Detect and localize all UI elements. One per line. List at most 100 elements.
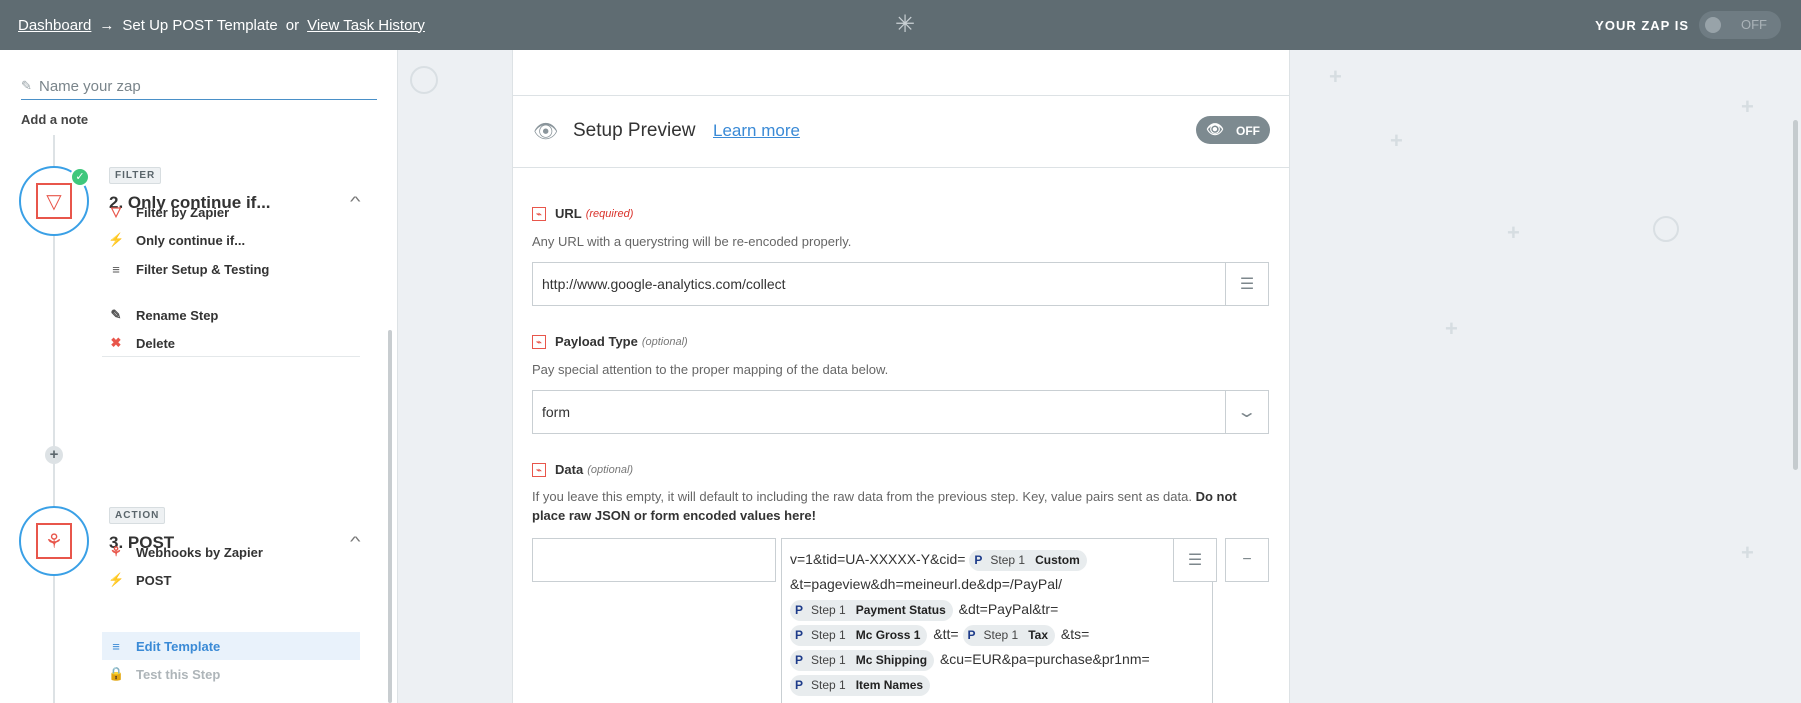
decor-plus: + <box>1329 64 1342 89</box>
field-pill[interactable]: P Step 1 Custom <box>969 549 1087 571</box>
field-type-icon: ⌁ <box>532 462 546 477</box>
chevron-down-icon: ⌄ <box>1236 404 1258 421</box>
sidebar-item-label: Webhooks by Zapier <box>136 544 263 560</box>
breadcrumb-arrow: → <box>99 16 115 34</box>
insert-field-button[interactable]: ☰ <box>1173 538 1217 582</box>
sidebar-item-label: Only continue if... <box>136 232 246 248</box>
step-type-badge: FILTER <box>109 167 162 184</box>
field-pill[interactable]: P Step 1 Mc Shipping <box>790 649 935 671</box>
filter-icon: ▽ <box>111 204 121 219</box>
zap-name-placeholder: Name your zap <box>39 78 141 95</box>
toggle-knob <box>1705 17 1721 33</box>
sidebar-item-filter-setup[interactable]: ≡ Filter Setup & Testing <box>108 255 360 283</box>
payload-dropdown-button[interactable]: ⌄ <box>1225 390 1269 434</box>
delete-step-button[interactable]: ✖ Delete <box>108 329 360 357</box>
payload-help-text: Pay special attention to the proper mapp… <box>532 362 889 377</box>
data-text-segment: &tt= <box>933 626 959 642</box>
dashboard-link[interactable]: Dashboard <box>18 17 91 34</box>
sidebar-item-filter-by-zapier[interactable]: ▽ Filter by Zapier <box>108 198 360 226</box>
sidebar-scrollbar[interactable] <box>388 330 392 703</box>
field-type-icon: ⌁ <box>532 334 546 349</box>
decor-circle <box>1653 216 1679 242</box>
eye-icon: 👁 <box>533 121 559 143</box>
pencil-icon: ✎ <box>21 78 32 93</box>
rename-step-label: Rename Step <box>136 307 219 323</box>
zap-on-off-toggle[interactable]: OFF <box>1699 11 1781 39</box>
eye-icon: 👁 <box>1206 121 1224 137</box>
field-pill[interactable]: P Step 1 Mc Gross 1 <box>790 624 928 646</box>
rename-step-button[interactable]: ✎ Rename Step <box>108 301 360 329</box>
zap-status-label: YOUR ZAP IS <box>1595 17 1689 33</box>
page-scrollbar[interactable] <box>1793 120 1798 470</box>
breadcrumb-or: or <box>285 16 300 34</box>
bolt-icon: ⚡ <box>108 232 125 247</box>
payload-type-label: ⌁ Payload Type (optional) <box>532 334 688 349</box>
field-pill[interactable]: P Step 1 Item Names <box>790 674 931 696</box>
optional-tag: (optional) <box>641 335 688 348</box>
url-field-label: ⌁ URL (required) <box>532 206 633 221</box>
data-text-segment: &ts= <box>1060 626 1090 642</box>
webhook-icon: ⚘ <box>110 544 122 559</box>
pencil-icon: ✎ <box>110 307 122 322</box>
field-pill[interactable]: P Step 1 Tax <box>962 624 1056 646</box>
field-type-icon: ⌁ <box>532 206 546 221</box>
decor-plus: + <box>1507 220 1520 245</box>
sidebar-item-webhooks[interactable]: ⚘ Webhooks by Zapier <box>108 538 360 566</box>
sidebar-item-only-continue[interactable]: ⚡ Only continue if... <box>108 226 360 254</box>
url-input[interactable]: http://www.google-analytics.com/collect <box>532 262 1226 306</box>
remove-data-row-button[interactable]: − <box>1225 538 1269 582</box>
zap-name-input[interactable]: ✎ Name your zap <box>21 78 377 100</box>
data-field-label: ⌁ Data (optional) <box>532 462 633 477</box>
zap-toggle-text: OFF <box>1741 17 1767 32</box>
minus-icon: − <box>1242 551 1252 568</box>
data-text-segment: v=1&tid=UA-XXXXX-Y&cid= <box>790 551 966 567</box>
setup-preview-bar: 👁 Setup Preview Learn more 👁 OFF <box>513 96 1289 168</box>
data-text-segment: &cu=EUR&pa=purchase&pr1nm= <box>939 651 1150 667</box>
payload-type-select[interactable]: form <box>532 390 1226 434</box>
field-pill[interactable]: P Step 1 Payment Status <box>790 599 953 621</box>
step-type-badge: ACTION <box>109 507 166 524</box>
data-label-text: Data <box>555 462 584 477</box>
preview-toggle-text: OFF <box>1236 124 1260 138</box>
paypal-icon: P <box>974 552 983 567</box>
data-text-segment: &t=pageview&dh=meineurl.de&dp=/PayPal/ <box>790 576 1063 592</box>
step-editor-card: 👁 Setup Preview Learn more 👁 OFF ⌁ URL (… <box>512 50 1290 703</box>
data-value-input[interactable]: v=1&tid=UA-XXXXX-Y&cid= P Step 1 Custom &t… <box>781 538 1213 703</box>
setup-preview-title: Setup Preview <box>573 120 696 141</box>
add-step-plus-icon[interactable]: + <box>45 446 63 464</box>
zapier-asterisk-icon[interactable]: ✳ <box>893 13 917 37</box>
bolt-icon: ⚡ <box>108 572 125 587</box>
view-task-history-link[interactable]: View Task History <box>307 17 425 34</box>
sidebar-item-post[interactable]: ⚡ POST <box>108 566 360 594</box>
webhook-step-icon[interactable]: ⚘ <box>19 506 89 576</box>
step-complete-check-icon: ✓ <box>70 167 90 187</box>
pill-field: Item Names <box>855 677 924 692</box>
pill-step: Step 1 <box>811 627 846 642</box>
top-bar: Dashboard → Set Up POST Template or View… <box>0 0 1801 50</box>
url-label-text: URL <box>555 206 582 221</box>
insert-field-icon: ☰ <box>1187 552 1203 569</box>
sidebar-item-label: Edit Template <box>136 638 221 654</box>
sidebar-item-test-step[interactable]: 🔒 Test this Step <box>108 660 360 688</box>
data-help-main: If you leave this empty, it will default… <box>532 489 1192 504</box>
pill-field: Custom <box>1035 552 1080 567</box>
list-icon: ≡ <box>112 261 120 277</box>
learn-more-link[interactable]: Learn more <box>713 121 800 141</box>
payload-label-text: Payload Type <box>555 334 638 349</box>
pill-field: Tax <box>1028 627 1049 642</box>
editor-sidebar: ✎ Name your zap Add a note ▽ ✓ FILTER 2.… <box>0 50 398 703</box>
paypal-icon: P <box>795 652 804 667</box>
optional-tag: (optional) <box>587 463 634 476</box>
data-key-input[interactable] <box>532 538 776 582</box>
insert-field-button[interactable]: ☰ <box>1225 262 1269 306</box>
add-note-link[interactable]: Add a note <box>21 112 88 127</box>
sidebar-item-label: Test this Step <box>136 666 221 682</box>
card-header-strip <box>513 50 1289 96</box>
decor-plus: + <box>1741 540 1754 565</box>
divider <box>102 356 360 357</box>
preview-toggle[interactable]: 👁 OFF <box>1196 116 1270 144</box>
sidebar-item-edit-template[interactable]: ≡ Edit Template <box>102 632 360 660</box>
paypal-icon: P <box>795 677 804 692</box>
zap-status: YOUR ZAP IS OFF <box>1595 11 1781 39</box>
sidebar-item-label: Filter by Zapier <box>136 204 230 220</box>
